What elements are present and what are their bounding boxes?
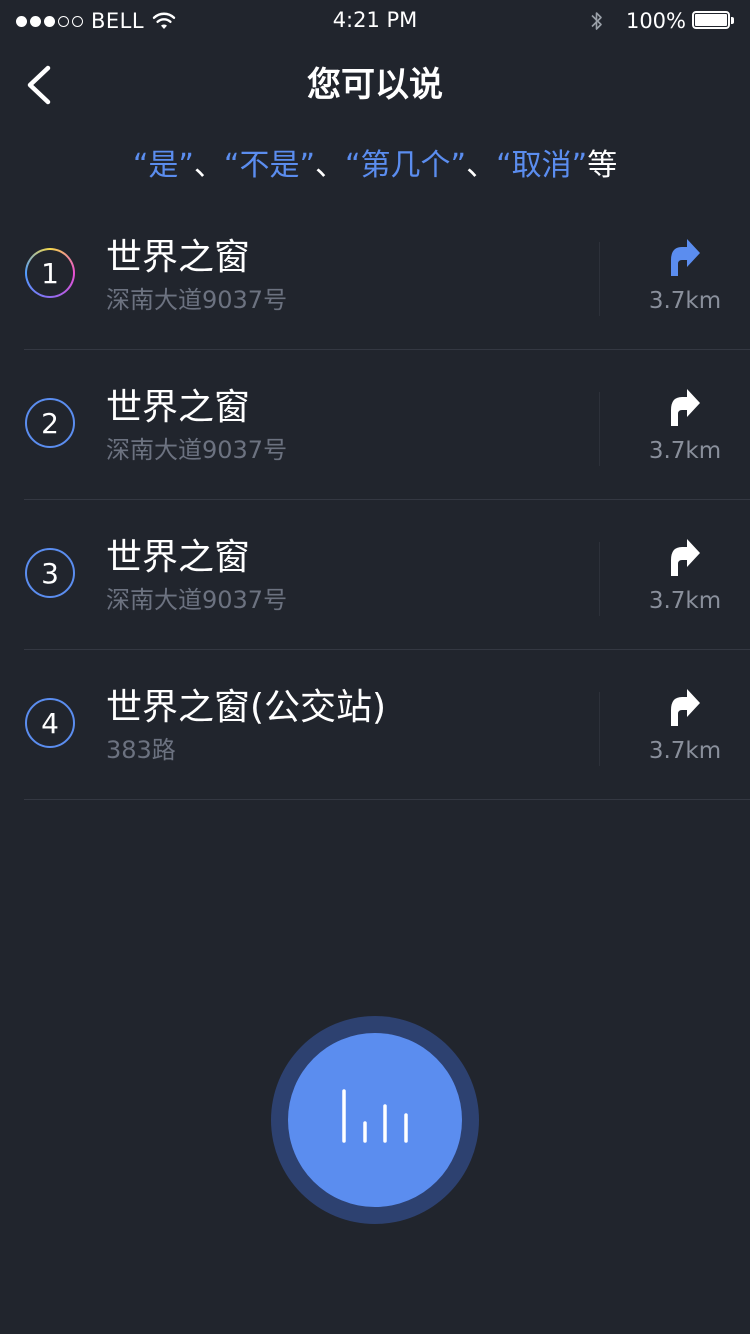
index-badge: 1	[25, 248, 75, 298]
hint-option-cancel: “取消”	[496, 148, 588, 183]
voice-wave-icon	[342, 1089, 408, 1143]
distance: 3.7km	[648, 738, 722, 764]
divider	[599, 242, 600, 316]
hint-separator: 、	[315, 148, 345, 183]
divider	[599, 692, 600, 766]
place-address: 深南大道9037号	[106, 436, 288, 464]
result-row-2[interactable]: 2 世界之窗 深南大道9037号 3.7km	[0, 350, 750, 500]
place-address: 383路	[106, 736, 176, 764]
index-number: 2	[41, 406, 59, 440]
place-address: 深南大道9037号	[106, 286, 288, 314]
hint-option-which: “第几个”	[345, 148, 467, 183]
hint-suffix: 等	[587, 148, 618, 183]
index-number: 4	[41, 706, 59, 740]
turn-right-icon	[671, 689, 700, 726]
result-list: 1 世界之窗 深南大道9037号 3.7km 2 世界之窗 深南大道9037号 …	[0, 200, 750, 800]
index-number: 3	[41, 556, 59, 590]
distance: 3.7km	[648, 288, 722, 314]
place-name: 世界之窗	[106, 537, 251, 578]
distance: 3.7km	[648, 438, 722, 464]
place-name: 世界之窗	[106, 237, 251, 278]
result-row-3[interactable]: 3 世界之窗 深南大道9037号 3.7km	[0, 500, 750, 650]
hint-separator: 、	[466, 148, 497, 183]
status-right: 100%	[590, 8, 736, 34]
distance: 3.7km	[648, 588, 722, 614]
turn-right-icon	[671, 389, 700, 426]
index-badge: 4	[25, 698, 75, 748]
hint-separator: 、	[193, 148, 224, 183]
row-divider	[24, 799, 750, 800]
divider	[599, 542, 600, 616]
index-number: 1	[41, 256, 59, 290]
turn-right-icon	[671, 239, 700, 276]
hint-option-yes: “是”	[132, 148, 194, 183]
hint-option-no: “不是”	[223, 148, 315, 183]
battery-percent: 100%	[625, 9, 686, 33]
place-address: 深南大道9037号	[106, 586, 288, 614]
page-title: 您可以说	[307, 65, 443, 105]
battery-icon	[692, 11, 736, 31]
place-name: 世界之窗(公交站)	[106, 687, 387, 728]
status-bar: BELL 4:21 PM 100%	[0, 0, 750, 42]
turn-right-icon	[671, 539, 700, 576]
place-name: 世界之窗	[106, 387, 251, 428]
divider	[599, 392, 600, 466]
index-badge: 2	[25, 398, 75, 448]
voice-button[interactable]	[271, 1016, 479, 1224]
voice-button-core	[288, 1033, 462, 1207]
result-row-1[interactable]: 1 世界之窗 深南大道9037号 3.7km	[0, 200, 750, 350]
index-badge: 3	[25, 548, 75, 598]
voice-hint: “是”、“不是”、“第几个”、“取消”等	[0, 142, 750, 190]
result-row-4[interactable]: 4 世界之窗(公交站) 383路 3.7km	[0, 650, 750, 800]
bluetooth-icon	[591, 12, 602, 30]
